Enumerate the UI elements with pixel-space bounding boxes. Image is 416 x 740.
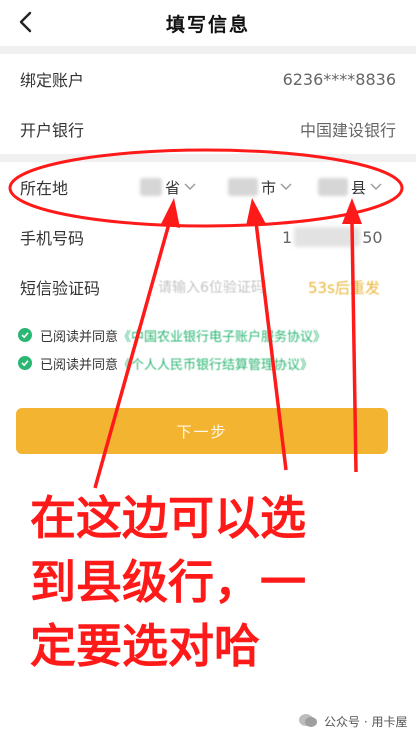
section-divider [0, 46, 416, 54]
chevron-down-icon [280, 183, 292, 191]
next-step-button[interactable]: 下一步 [16, 408, 388, 454]
agreement-item: 已阅读并同意 《个人人民币银行结算管理协议》 [18, 352, 313, 374]
back-button[interactable] [8, 4, 44, 40]
annotation-line: 到县级行，一 [30, 555, 306, 609]
province-select[interactable]: 省 [140, 162, 196, 212]
county-value-redacted [318, 178, 348, 196]
agreement-item: 已阅读并同意 《中国农业银行电子账户服务协议》 [18, 324, 326, 346]
checked-circle-icon[interactable] [18, 356, 32, 370]
county-suffix: 县 [351, 178, 367, 197]
checked-circle-icon[interactable] [18, 328, 32, 342]
watermark-text: 公众号 · 用卡屋 [324, 714, 408, 729]
phone-prefix: 1 [282, 227, 293, 247]
bound-account-label: 绑定账户 [20, 71, 85, 90]
agreement-link[interactable]: 《个人人民币银行结算管理协议》 [118, 354, 313, 373]
province-suffix: 省 [165, 178, 181, 197]
top-nav-bar: 填写信息 [0, 0, 416, 46]
phone-row: 手机号码 1 50 [0, 212, 416, 262]
page-title: 填写信息 [165, 13, 250, 36]
agreement-link[interactable]: 《中国农业银行电子账户服务协议》 [118, 326, 326, 345]
wechat-icon [298, 713, 318, 729]
sms-code-input[interactable] [156, 274, 300, 302]
chevron-down-icon [370, 183, 382, 191]
bank-value: 中国建设银行 [299, 121, 396, 140]
annotation-text: 在这边可以选 到县级行，一 定要选对哈 [30, 486, 390, 678]
bank-label: 开户银行 [20, 121, 85, 140]
city-value-redacted [228, 178, 258, 196]
section-divider [0, 154, 416, 162]
phone-value: 1 50 [282, 212, 383, 262]
resend-code-button[interactable]: 53s后重发 [308, 262, 380, 312]
city-select[interactable]: 市 [228, 162, 292, 212]
bank-row: 开户银行 中国建设银行 [0, 104, 416, 154]
agreement-prefix: 已阅读并同意 [40, 357, 119, 373]
agreement-prefix: 已阅读并同意 [40, 329, 119, 345]
county-select[interactable]: 县 [318, 162, 382, 212]
sms-row: 短信验证码 53s后重发 [0, 262, 416, 312]
location-label: 所在地 [20, 179, 69, 198]
sms-label: 短信验证码 [20, 279, 101, 298]
chevron-down-icon [184, 183, 196, 191]
bound-account-value: 6236****8836 [282, 69, 396, 89]
chevron-left-icon [19, 11, 32, 33]
province-value-redacted [140, 178, 162, 196]
phone-label: 手机号码 [20, 229, 85, 248]
annotation-line: 定要选对哈 [30, 619, 260, 673]
phone-redacted [294, 227, 361, 247]
phone-suffix: 50 [362, 227, 383, 247]
location-row: 所在地 省 市 县 [0, 162, 416, 212]
city-suffix: 市 [261, 178, 277, 197]
bound-account-row: 绑定账户 6236****8836 [0, 54, 416, 104]
watermark: 公众号 · 用卡屋 [298, 710, 407, 732]
annotation-line: 在这边可以选 [30, 491, 306, 545]
